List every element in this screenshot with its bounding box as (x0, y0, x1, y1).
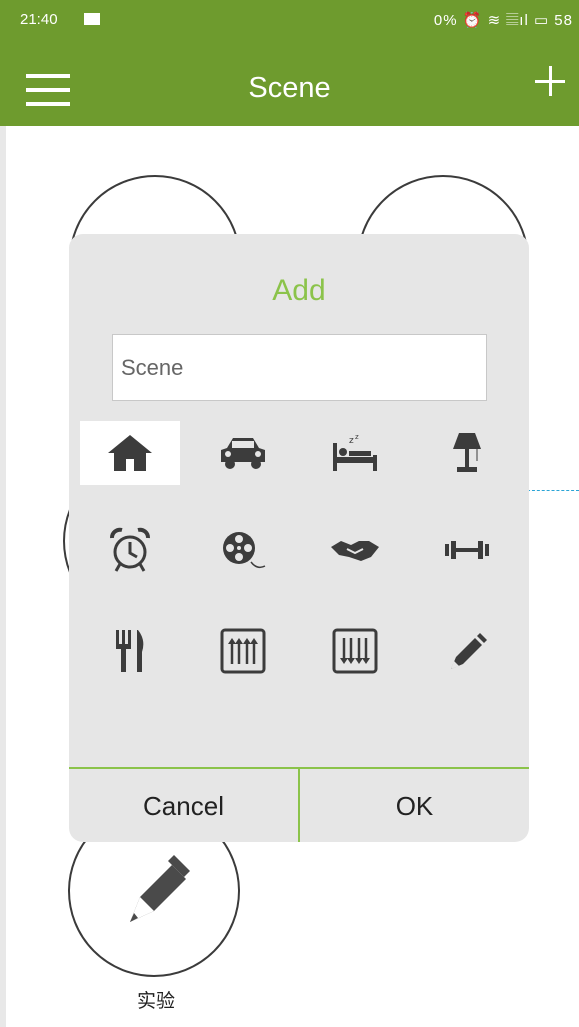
bed-icon: z z (333, 433, 377, 471)
icon-option-lamp[interactable] (417, 421, 517, 485)
fork-knife-icon (116, 630, 144, 672)
icon-option-home[interactable] (80, 421, 180, 485)
dialog-footer: Cancel OK (69, 767, 529, 842)
icon-option-film[interactable] (193, 518, 293, 582)
cancel-button[interactable]: Cancel (69, 769, 298, 842)
icon-option-handshake[interactable] (305, 518, 405, 582)
icon-option-mixer-down[interactable] (305, 619, 405, 683)
equalizer-down-icon (332, 628, 378, 674)
image-notification-icon (84, 13, 100, 25)
home-icon (108, 435, 152, 471)
icon-option-dining[interactable] (80, 619, 180, 683)
car-icon (221, 438, 265, 469)
icon-option-car[interactable] (193, 421, 293, 485)
add-scene-dialog: Add z z (69, 234, 529, 842)
svg-text:z: z (355, 433, 359, 441)
icon-option-bed[interactable]: z z (305, 421, 405, 485)
dialog-title: Add (272, 274, 326, 307)
add-icon[interactable] (535, 66, 565, 96)
alarm-clock-icon (110, 527, 150, 572)
icon-option-alarm[interactable] (80, 518, 180, 582)
icon-option-pencil[interactable] (417, 619, 517, 683)
status-indicators: 0% ⏰ ≋ 𝄚ıl ▭ 58 (433, 12, 573, 29)
svg-text:z: z (349, 436, 354, 446)
pencil-icon (130, 855, 190, 922)
pencil-icon (451, 633, 487, 669)
film-reel-icon (223, 532, 266, 569)
icon-option-mixer-up[interactable] (193, 619, 293, 683)
handshake-icon (331, 541, 379, 561)
app-bar: Scene (0, 38, 579, 126)
page-title: Scene (248, 72, 331, 104)
scene-name-input[interactable] (112, 334, 487, 401)
ok-button[interactable]: OK (300, 769, 529, 842)
dumbbell-icon (445, 541, 489, 559)
lamp-icon (453, 433, 481, 472)
equalizer-up-icon (220, 628, 266, 674)
status-bar: 21:40 0% ⏰ ≋ 𝄚ıl ▭ 58 (0, 0, 579, 38)
scene-label: 实验 (136, 990, 175, 1012)
icon-option-dumbbell[interactable] (417, 518, 517, 582)
status-time: 21:40 (20, 11, 58, 28)
